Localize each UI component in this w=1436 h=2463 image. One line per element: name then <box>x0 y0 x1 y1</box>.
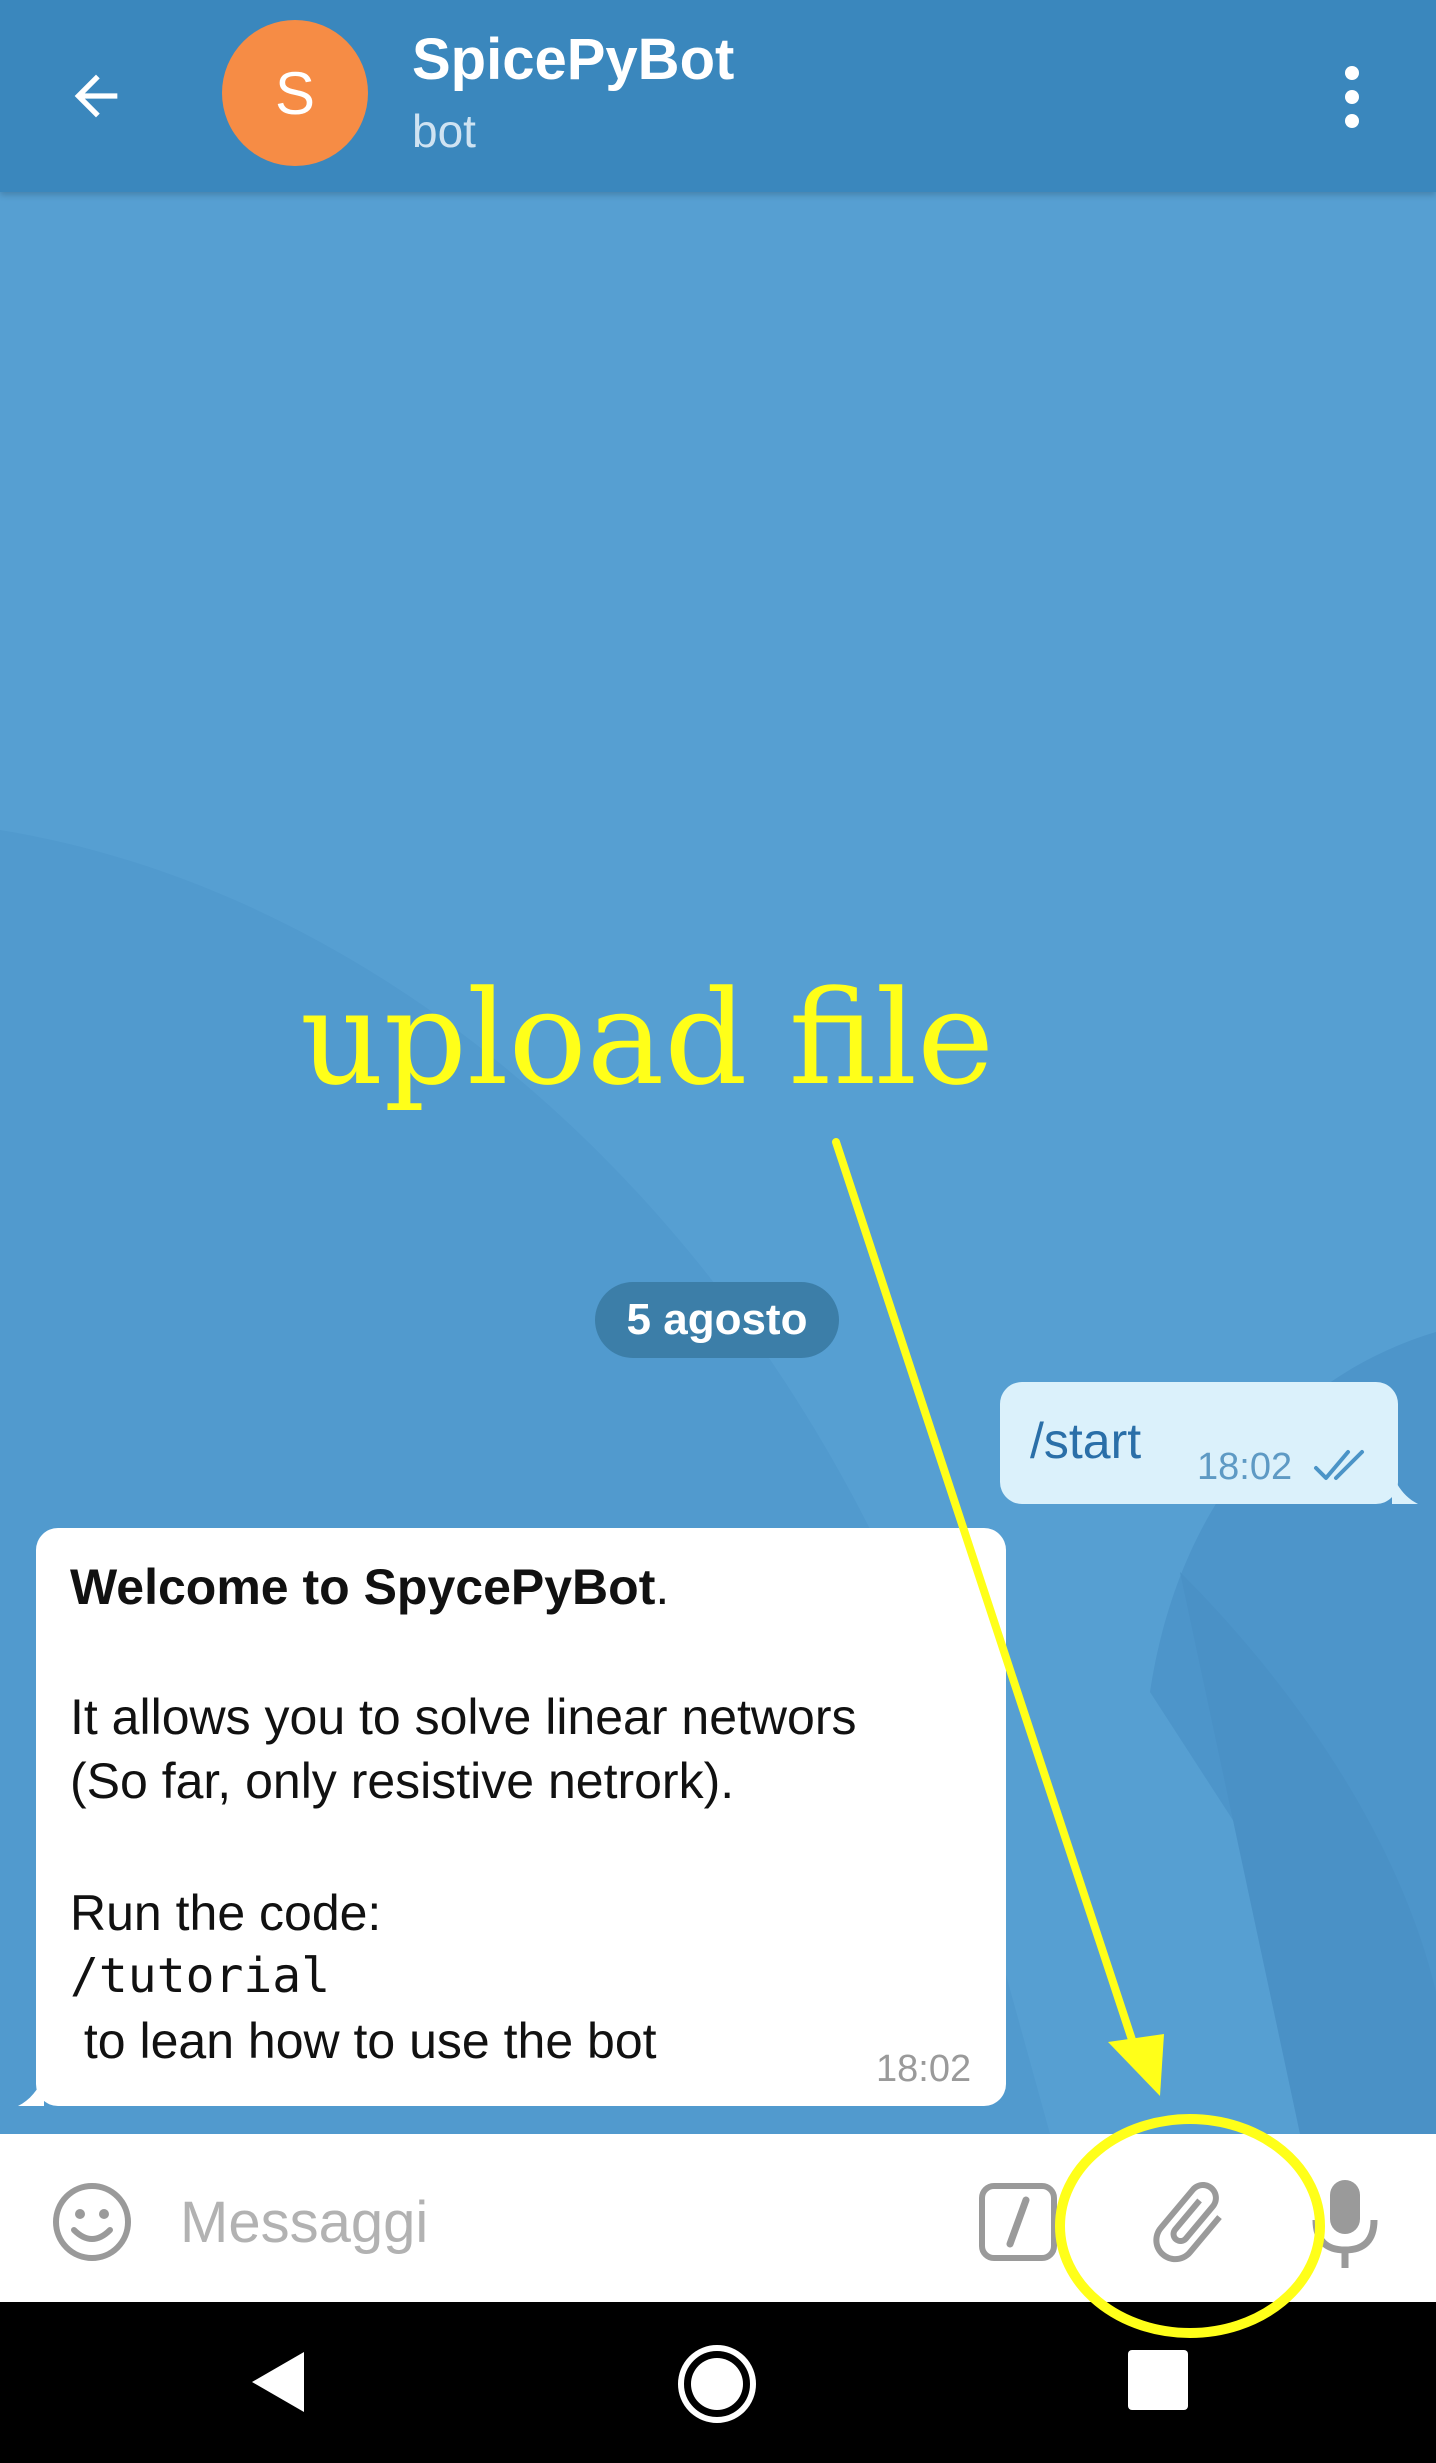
message-line: It allows you to solve linear networs <box>70 1689 857 1745</box>
message-input[interactable] <box>180 2174 920 2270</box>
chat-title[interactable]: SpicePyBot <box>412 26 734 93</box>
microphone-icon[interactable] <box>1300 2174 1390 2274</box>
message-line: (So far, only resistive netrork). <box>70 1753 735 1809</box>
android-navigation-bar <box>0 2302 1436 2463</box>
chat-subtitle: bot <box>412 105 476 157</box>
arrow-left-icon <box>74 74 118 118</box>
upload-file-annotation: upload file <box>300 962 995 1114</box>
back-button[interactable] <box>48 48 144 144</box>
message-time: 18:02 <box>1197 1446 1293 1488</box>
message-line: Welcome to SpycePyBot. <box>70 1559 670 1615</box>
incoming-message[interactable]: Welcome to SpycePyBot. It allows you to … <box>36 1528 1006 2106</box>
menu-dot <box>1345 66 1359 80</box>
double-check-icon <box>1314 1450 1364 1480</box>
chat-area[interactable]: upload file 5 agosto /start 18:02 Welcom… <box>0 192 1436 2134</box>
chat-header: S SpicePyBot bot <box>0 0 1436 192</box>
telegram-chat-screen: S SpicePyBot bot upload file 5 agosto /s… <box>0 0 1436 2463</box>
circle-home-icon[interactable] <box>675 2342 759 2426</box>
smiley-icon[interactable] <box>50 2180 134 2264</box>
more-options-button[interactable] <box>1320 52 1384 142</box>
outgoing-message[interactable]: /start 18:02 <box>1000 1382 1398 1504</box>
paperclip-icon[interactable] <box>1140 2174 1236 2270</box>
date-separator: 5 agosto <box>595 1282 839 1358</box>
tutorial-command-link[interactable]: /tutorial <box>70 1948 330 2004</box>
incoming-bubble-tail <box>18 2076 44 2106</box>
menu-dot <box>1345 114 1359 128</box>
slash-command-icon[interactable] <box>976 2180 1060 2264</box>
message-text: /start <box>1030 1413 1142 1469</box>
message-time: 18:02 <box>876 2048 972 2090</box>
square-recents-icon[interactable] <box>1128 2350 1188 2410</box>
message-line: Run the code: <box>70 1885 382 1941</box>
message-input-bar <box>0 2134 1436 2302</box>
avatar-letter: S <box>274 59 316 127</box>
outgoing-bubble-tail <box>1392 1474 1418 1504</box>
avatar[interactable]: S <box>222 20 368 166</box>
triangle-back-icon[interactable] <box>240 2342 320 2422</box>
message-line: to lean how to use the bot <box>70 2013 657 2069</box>
menu-dot <box>1345 90 1359 104</box>
